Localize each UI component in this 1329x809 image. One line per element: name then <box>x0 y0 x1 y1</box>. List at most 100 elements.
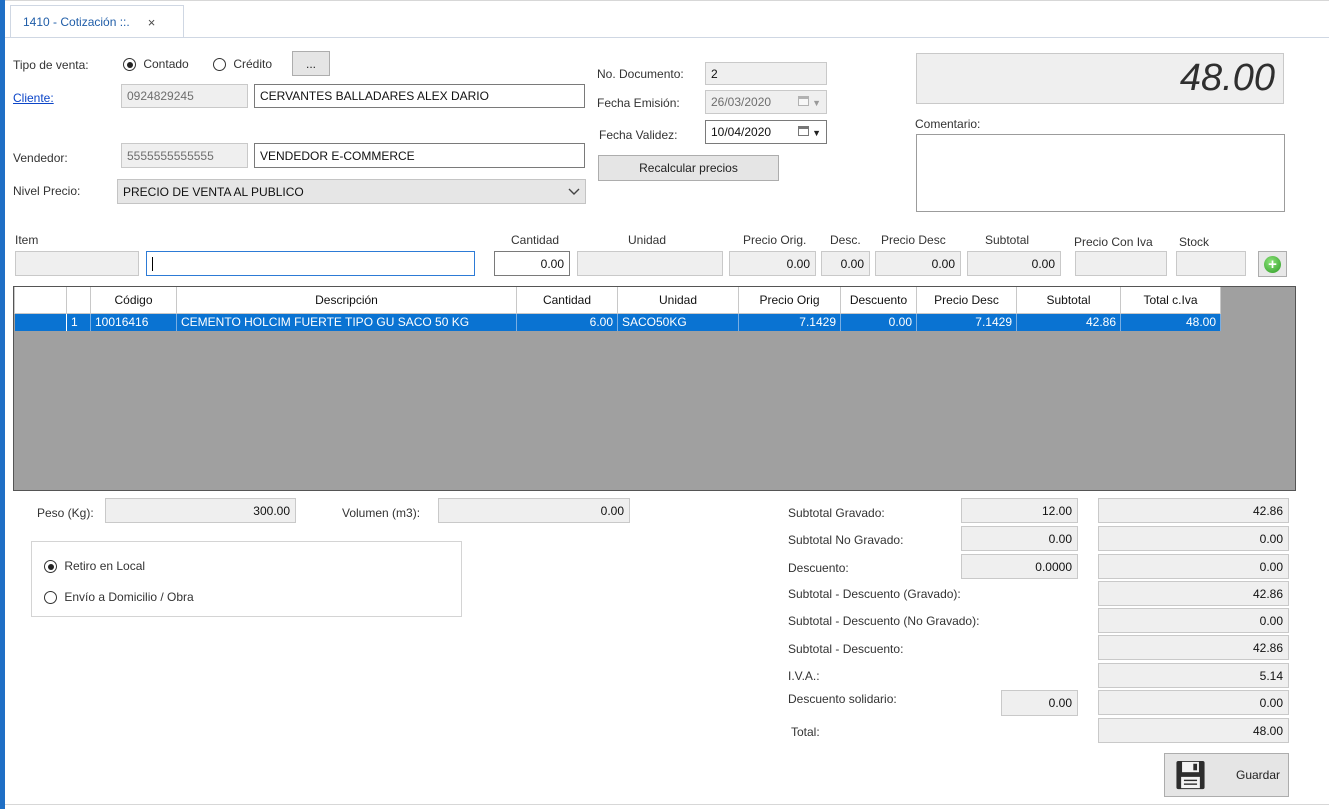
col-precio-orig[interactable]: Precio Orig <box>738 287 841 314</box>
col-cantidad[interactable]: Cantidad <box>516 287 618 314</box>
descuento-solidario-label: Descuento solidario: <box>788 692 897 706</box>
cell-descuento: 0.00 <box>840 313 917 331</box>
sub-desc-gravado-label: Subtotal - Descuento (Gravado): <box>788 587 961 601</box>
vendedor-id-field[interactable]: 5555555555555 <box>121 143 248 168</box>
precio-con-iva-field <box>1075 251 1167 276</box>
descuento-solidario-field: 0.00 <box>1098 690 1289 715</box>
nivel-precio-select[interactable]: PRECIO DE VENTA AL PUBLICO <box>117 179 586 204</box>
total-label: Total: <box>791 725 820 739</box>
radio-envio-label: Envío a Domicilio / Obra <box>64 590 194 604</box>
col-codigo[interactable]: Código <box>90 287 177 314</box>
col-unidad[interactable]: Unidad <box>617 287 739 314</box>
volumen-label: Volumen (m3): <box>342 506 421 520</box>
cell-subtotal: 42.86 <box>1016 313 1121 331</box>
total-display: 48.00 <box>916 53 1284 104</box>
radio-envio-domicilio[interactable]: Envío a Domicilio / Obra <box>44 590 194 605</box>
precio-con-iva-label: Precio Con Iva <box>1074 235 1153 249</box>
cantidad-input[interactable]: 0.00 <box>494 251 570 276</box>
item-search-input[interactable] <box>146 251 475 276</box>
guardar-button[interactable]: Guardar <box>1164 753 1289 797</box>
cliente-id-field[interactable]: 0924829245 <box>121 84 248 108</box>
sub-desc-label: Subtotal - Descuento: <box>788 642 904 656</box>
total-field: 48.00 <box>1098 718 1289 743</box>
subtotal-no-gravado-field: 0.00 <box>1098 526 1289 551</box>
cliente-link[interactable]: Cliente: <box>13 91 54 105</box>
peso-field: 300.00 <box>105 498 296 523</box>
table-row[interactable]: 1 10016416 CEMENTO HOLCIM FUERTE TIPO GU… <box>14 313 1221 331</box>
close-icon[interactable]: × <box>148 15 156 30</box>
no-documento-label: No. Documento: <box>597 67 684 81</box>
vendedor-name-field[interactable]: VENDEDOR E-COMMERCE <box>254 143 585 168</box>
floppy-disk-icon <box>1176 760 1205 790</box>
calendar-icon[interactable]: ▼ <box>797 125 821 139</box>
item-code-field <box>15 251 139 276</box>
fecha-validez-field[interactable]: 10/04/2020 ▼ <box>705 120 827 144</box>
radio-retiro-local[interactable]: Retiro en Local <box>44 559 146 574</box>
cell-unidad: SACO50KG <box>617 313 739 331</box>
precio-orig-field: 0.00 <box>729 251 816 276</box>
more-options-button[interactable]: ... <box>292 51 330 76</box>
chevron-down-icon <box>568 188 580 195</box>
desc-field: 0.00 <box>821 251 870 276</box>
item-label: Item <box>15 233 39 247</box>
fecha-emision-value: 26/03/2020 <box>711 95 772 109</box>
desc-label: Desc. <box>830 233 861 247</box>
top-border <box>5 0 1329 1</box>
precio-desc-label: Precio Desc <box>881 233 946 247</box>
fecha-emision-label: Fecha Emisión: <box>597 96 680 110</box>
guardar-label: Guardar <box>1236 768 1281 782</box>
recalcular-precios-button[interactable]: Recalcular precios <box>598 155 779 181</box>
descuento-solidario-pct-field: 0.00 <box>1001 690 1078 716</box>
radio-retiro-label: Retiro en Local <box>64 559 146 573</box>
radio-contado-label: Contado <box>143 57 189 71</box>
window-accent-bar <box>0 0 5 809</box>
row-header[interactable] <box>14 313 67 331</box>
radio-envio-indicator <box>44 591 57 605</box>
sub-desc-gravado-field: 42.86 <box>1098 581 1289 606</box>
col-subtotal[interactable]: Subtotal <box>1016 287 1121 314</box>
comentario-textarea[interactable] <box>916 134 1285 212</box>
radio-credito-label: Crédito <box>233 57 273 71</box>
col-descuento[interactable]: Descuento <box>840 287 917 314</box>
cell-rownum: 1 <box>66 313 91 331</box>
radio-retiro-indicator <box>44 560 57 574</box>
grid-corner-header <box>14 287 67 314</box>
col-rownum <box>66 287 91 314</box>
bottom-border <box>5 804 1329 805</box>
cliente-name-field[interactable]: CERVANTES BALLADARES ALEX DARIO <box>254 84 585 108</box>
items-grid[interactable]: Código Descripción Cantidad Unidad Preci… <box>13 286 1296 491</box>
subtotal-no-gravado-label: Subtotal No Gravado: <box>788 533 904 547</box>
cell-descripcion: CEMENTO HOLCIM FUERTE TIPO GU SACO 50 KG <box>176 313 517 331</box>
cell-precio-desc: 7.1429 <box>916 313 1017 331</box>
sub-desc-no-gravado-label: Subtotal - Descuento (No Gravado): <box>788 614 980 628</box>
cell-precio-orig: 7.1429 <box>738 313 841 331</box>
col-total-iva[interactable]: Total c.Iva <box>1120 287 1221 314</box>
col-descripcion[interactable]: Descripción <box>176 287 517 314</box>
radio-credito[interactable]: Crédito <box>213 57 273 72</box>
descuento-pct-field: 0.0000 <box>961 554 1078 579</box>
nivel-precio-value: PRECIO DE VENTA AL PUBLICO <box>123 184 304 199</box>
radio-contado-indicator <box>123 58 136 72</box>
grid-header-row: Código Descripción Cantidad Unidad Preci… <box>14 287 1221 314</box>
peso-label: Peso (Kg): <box>37 506 94 520</box>
no-documento-field: 2 <box>705 62 827 85</box>
tab-cotizacion[interactable]: 1410 - Cotización ::. × <box>10 5 184 38</box>
cell-codigo: 10016416 <box>90 313 177 331</box>
col-precio-desc[interactable]: Precio Desc <box>916 287 1017 314</box>
descuento-field: 0.00 <box>1098 554 1289 579</box>
unidad-label: Unidad <box>628 233 667 247</box>
tab-strip-border <box>5 37 1329 38</box>
subtotal-gravado-field: 42.86 <box>1098 498 1289 523</box>
subtotal-gravado-label: Subtotal Gravado: <box>788 506 885 520</box>
comentario-label: Comentario: <box>915 117 981 131</box>
radio-contado[interactable]: Contado <box>123 57 189 72</box>
add-item-button[interactable]: + <box>1258 251 1287 277</box>
fecha-emision-field: 26/03/2020 ▼ <box>705 90 827 114</box>
tab-title: 1410 - Cotización ::. <box>23 15 130 29</box>
iva-field: 5.14 <box>1098 663 1289 688</box>
cell-cantidad: 6.00 <box>516 313 618 331</box>
subtotal-field: 0.00 <box>967 251 1061 276</box>
sub-desc-no-gravado-field: 0.00 <box>1098 608 1289 633</box>
text-cursor <box>152 256 153 271</box>
subtotal-label: Subtotal <box>985 233 1030 247</box>
